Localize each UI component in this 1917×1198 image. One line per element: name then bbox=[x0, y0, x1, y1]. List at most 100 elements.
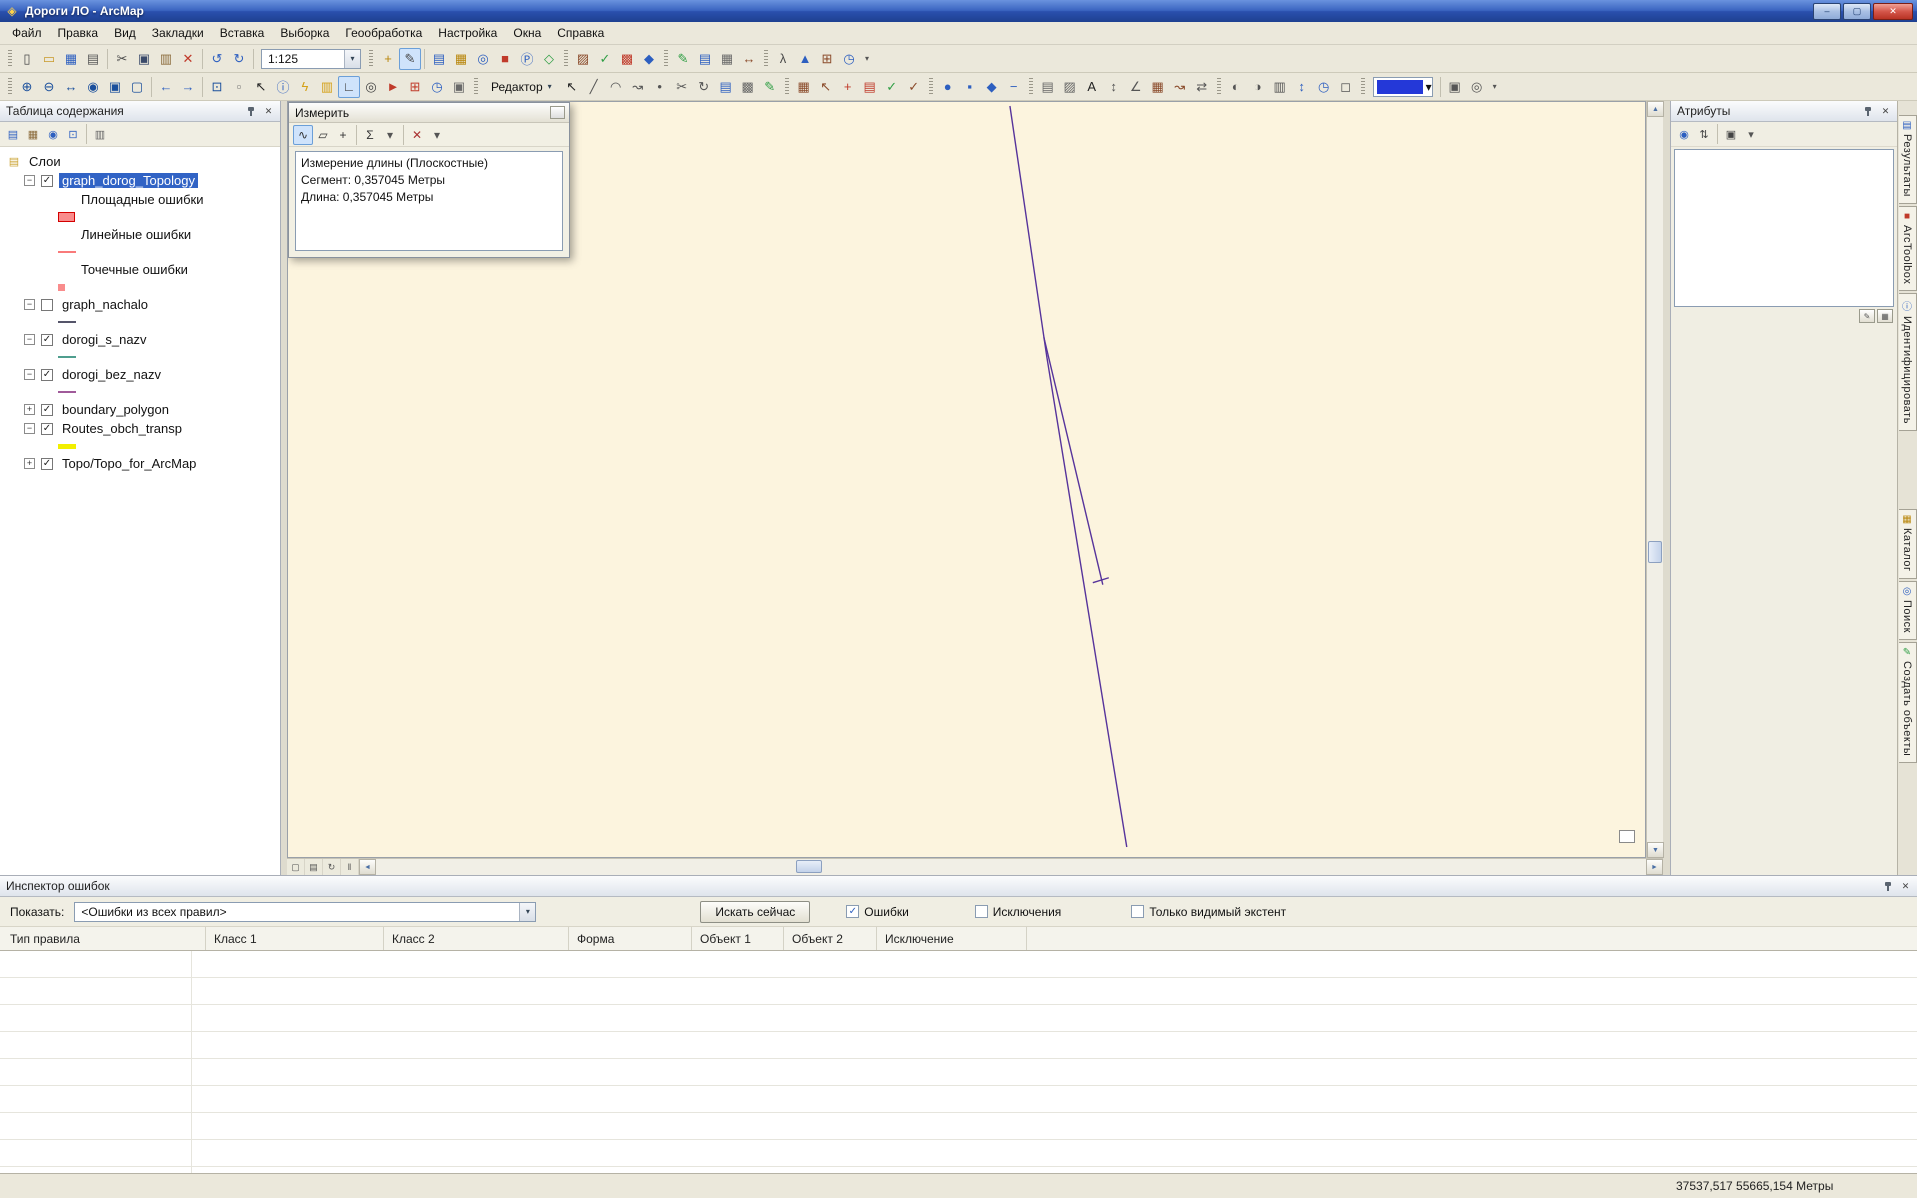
layer-graph-dorog-topology[interactable]: −✓graph_dorog_Topology bbox=[0, 171, 280, 190]
layer-boundary-polygon[interactable]: +✓boundary_polygon bbox=[0, 400, 280, 419]
attributes-copy-icon[interactable]: ▣ bbox=[1721, 124, 1741, 144]
python-window-icon[interactable]: Ⓟ bbox=[516, 48, 538, 70]
measure-dialog-close-button[interactable] bbox=[550, 106, 565, 119]
column-header-5[interactable]: Объект 1 bbox=[692, 927, 784, 950]
vertical-scroll-thumb[interactable] bbox=[1648, 541, 1662, 563]
minimize-button[interactable]: – bbox=[1813, 3, 1841, 20]
straight-segment-icon[interactable]: ╱ bbox=[583, 76, 605, 98]
hatching-icon[interactable]: ▨ bbox=[1059, 76, 1081, 98]
brightness-icon[interactable]: ◑ bbox=[1247, 76, 1269, 98]
list-by-source-icon[interactable]: ▦ bbox=[23, 124, 43, 144]
tab-results[interactable]: ▤Результаты bbox=[1899, 115, 1917, 204]
layer-graph-nachalo-label[interactable]: graph_nachalo bbox=[59, 297, 151, 312]
column-header-2[interactable]: Класс 1 bbox=[206, 927, 384, 950]
topology-edit-tool-icon[interactable]: ↖ bbox=[815, 76, 837, 98]
swipe-layer-icon[interactable]: ↕ bbox=[1291, 76, 1313, 98]
flicker-icon[interactable]: ◷ bbox=[1313, 76, 1335, 98]
search-now-button[interactable]: Искать сейчас bbox=[700, 901, 810, 923]
model-builder-icon[interactable]: ◇ bbox=[538, 48, 560, 70]
select-features-icon[interactable]: ⊡ bbox=[206, 76, 228, 98]
topology-toolbar-icon[interactable]: ▨ bbox=[572, 48, 594, 70]
menu-file[interactable]: Файл bbox=[4, 23, 50, 43]
add-data-icon[interactable]: + bbox=[377, 48, 399, 70]
toolbar-grip[interactable] bbox=[785, 78, 789, 96]
layer-routes-obch-transp-checkbox[interactable]: ✓ bbox=[41, 423, 53, 435]
road-segment-branch[interactable] bbox=[1044, 337, 1103, 584]
spatial-analyst-icon[interactable]: λ bbox=[772, 48, 794, 70]
create-features-window-icon[interactable]: ✎ bbox=[672, 48, 694, 70]
rules-filter-caret[interactable] bbox=[519, 903, 535, 921]
contrast-icon[interactable]: ◐ bbox=[1225, 76, 1247, 98]
menu-view[interactable]: Вид bbox=[106, 23, 144, 43]
html-popup-icon[interactable]: ▥ bbox=[316, 76, 338, 98]
scroll-up-icon[interactable] bbox=[1647, 101, 1664, 117]
toolbar-grip[interactable] bbox=[1029, 78, 1033, 96]
menu-help[interactable]: Справка bbox=[549, 23, 612, 43]
attributes-edit-icon[interactable]: ✎ bbox=[1859, 309, 1875, 323]
line-errors-swatch[interactable] bbox=[0, 244, 280, 260]
zoom-out-icon[interactable]: ⊖ bbox=[38, 76, 60, 98]
delete-icon[interactable]: ✕ bbox=[177, 48, 199, 70]
editor-toolbar-icon[interactable]: ✎ bbox=[399, 48, 421, 70]
sum-caret-icon[interactable]: ▾ bbox=[380, 125, 400, 145]
snap-edge-icon[interactable]: − bbox=[1003, 76, 1025, 98]
layer-boundary-polygon-checkbox[interactable]: ✓ bbox=[41, 404, 53, 416]
new-map-icon[interactable]: ▯ bbox=[16, 48, 38, 70]
scroll-right-icon[interactable] bbox=[1646, 859, 1663, 875]
fix-error-tool-icon[interactable]: + bbox=[837, 76, 859, 98]
redo-icon[interactable]: ↻ bbox=[228, 48, 250, 70]
rules-filter-combo[interactable]: <Ошибки из всех правил> bbox=[74, 902, 536, 922]
layer-graph-nachalo[interactable]: −graph_nachalo bbox=[0, 295, 280, 314]
open-folder-icon[interactable]: ▭ bbox=[38, 48, 60, 70]
layer-dorogi-s-nazv-label[interactable]: dorogi_s_nazv bbox=[59, 332, 150, 347]
dorogi-s-nazv-swatch[interactable] bbox=[0, 349, 280, 365]
3d-analyst-icon[interactable]: ▲ bbox=[794, 48, 816, 70]
menu-insert[interactable]: Вставка bbox=[212, 23, 273, 43]
sketch-properties-icon[interactable]: ▦ bbox=[716, 48, 738, 70]
column-header-6[interactable]: Объект 2 bbox=[784, 927, 877, 950]
toc-root-layers[interactable]: ▤Слои bbox=[0, 152, 280, 171]
legend-area-errors-label[interactable]: Площадные ошибки bbox=[78, 192, 207, 207]
error-inspector-close-button[interactable] bbox=[1898, 879, 1913, 893]
spatial-adjustment-icon[interactable]: ↔ bbox=[738, 48, 760, 70]
overview-page-icon[interactable] bbox=[1619, 830, 1635, 843]
dimension-tool-icon[interactable]: ↕ bbox=[1103, 76, 1125, 98]
toolbar-grip[interactable] bbox=[369, 50, 373, 68]
road-segment-main[interactable] bbox=[1010, 106, 1127, 847]
zoom-in-icon[interactable]: ⊕ bbox=[16, 76, 38, 98]
error-inspector-pin-button[interactable] bbox=[1881, 879, 1896, 893]
measure-area-icon[interactable]: ▱ bbox=[313, 125, 333, 145]
split-tool-icon[interactable]: ✂ bbox=[671, 76, 693, 98]
save-icon[interactable]: ▦ bbox=[60, 48, 82, 70]
tab-identify[interactable]: ⓘИдентифицировать bbox=[1899, 293, 1917, 431]
arctoolbox-window-icon[interactable]: ■ bbox=[494, 48, 516, 70]
column-header-3[interactable]: Класс 2 bbox=[384, 927, 569, 950]
viewer-window-icon[interactable]: ▣ bbox=[448, 76, 470, 98]
toolbar-grip[interactable] bbox=[8, 78, 12, 96]
overview-window-icon[interactable]: ▣ bbox=[1444, 76, 1466, 98]
tab-arctoolbox[interactable]: ■ArcToolbox bbox=[1899, 206, 1917, 291]
toc-options-icon[interactable]: ▥ bbox=[90, 124, 110, 144]
attributes-pin-button[interactable] bbox=[1861, 104, 1876, 118]
error-table-body[interactable] bbox=[0, 951, 1917, 1173]
errors-checkbox[interactable]: ✓ bbox=[846, 905, 859, 918]
pause-drawing-icon[interactable]: ‖ bbox=[341, 859, 359, 875]
menu-bookmarks[interactable]: Закладки bbox=[144, 23, 212, 43]
rotate-tool-icon[interactable]: ↻ bbox=[693, 76, 715, 98]
horizontal-scroll-track[interactable] bbox=[376, 859, 1646, 875]
scroll-left-icon[interactable] bbox=[359, 859, 376, 875]
layer-dorogi-s-nazv-expander[interactable]: − bbox=[24, 334, 35, 345]
find-icon[interactable]: ◎ bbox=[360, 76, 382, 98]
map-scale-combo-caret[interactable] bbox=[344, 50, 360, 68]
find-route-icon[interactable]: ► bbox=[382, 76, 404, 98]
list-by-selection-icon[interactable]: ⊡ bbox=[63, 124, 83, 144]
map-scale-combo[interactable]: 1:125 bbox=[261, 49, 361, 69]
layer-boundary-polygon-label[interactable]: boundary_polygon bbox=[59, 402, 172, 417]
network-analyst-icon[interactable]: ⊞ bbox=[816, 48, 838, 70]
go-to-xy-icon[interactable]: ⊞ bbox=[404, 76, 426, 98]
edit-tool-icon[interactable]: ↖ bbox=[561, 76, 583, 98]
fixed-zoom-in-icon[interactable]: ▣ bbox=[104, 76, 126, 98]
endpoint-arc-icon[interactable]: ◠ bbox=[605, 76, 627, 98]
clear-selection-icon[interactable]: ▫ bbox=[228, 76, 250, 98]
table-of-contents-icon[interactable]: ▤ bbox=[428, 48, 450, 70]
